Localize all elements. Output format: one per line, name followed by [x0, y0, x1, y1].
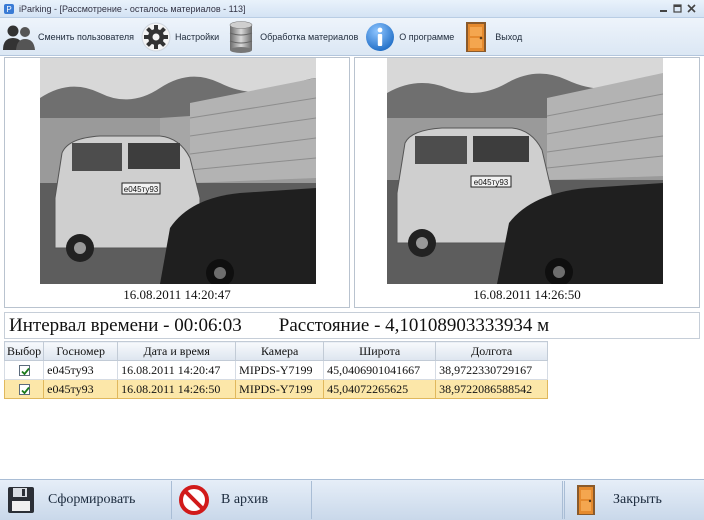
photo-timestamp-first: 16.08.2011 14:20:47	[123, 287, 231, 302]
summary-line: Интервал времени - 00:06:03 Расстояние -…	[4, 312, 700, 339]
table-row[interactable]: е045ту93 16.08.2011 14:20:47 MIPDS-Y7199…	[3, 360, 549, 380]
latitude-cell: 45,04072265625	[323, 379, 437, 399]
column-header-datetime[interactable]: Дата и время	[117, 341, 237, 361]
camera-photo-first[interactable]: е045ту93	[40, 58, 316, 284]
select-cell	[3, 379, 45, 399]
close-icon[interactable]	[685, 3, 698, 15]
plate-text-first: е045ту93	[124, 185, 159, 194]
app-icon: P	[4, 3, 14, 14]
select-checkbox[interactable]	[18, 365, 30, 377]
photo-timestamp-second: 16.08.2011 14:26:50	[473, 287, 581, 302]
photo-panel-second: е045ту93 16.08.2011 14:26:50	[354, 57, 700, 308]
plate-text-second: е045ту93	[474, 178, 509, 187]
column-header-select[interactable]: Выбор	[3, 341, 45, 361]
process-materials-label: Обработка материалов	[260, 31, 359, 42]
bottom-bar-spacer	[313, 481, 563, 519]
exit-button[interactable]: Выход	[457, 19, 525, 55]
longitude-cell: 38,9722086588542	[435, 379, 549, 399]
users-icon	[2, 20, 36, 54]
longitude-cell: 38,9722330729167	[435, 360, 549, 380]
database-icon	[224, 20, 258, 54]
archive-button-label: В архив	[221, 492, 269, 507]
plate-cell: е045ту93	[43, 379, 119, 399]
camera-cell: MIPDS-Y7199	[235, 379, 325, 399]
datetime-cell: 16.08.2011 14:20:47	[117, 360, 237, 380]
toolbar: Сменить пользователя Настройки Обработка…	[0, 18, 704, 56]
forbidden-icon	[177, 483, 211, 517]
archive-button[interactable]: В архив	[173, 481, 312, 519]
distance-text: Расстояние - 4,10108903333934 м	[278, 314, 550, 336]
maximize-icon[interactable]	[671, 3, 684, 15]
camera-cell: MIPDS-Y7199	[235, 360, 325, 380]
process-materials-button[interactable]: Обработка материалов	[222, 19, 361, 55]
exit-door-icon	[459, 20, 493, 54]
close-button[interactable]: Закрыть	[564, 481, 704, 519]
table-row-selected[interactable]: е045ту93 16.08.2011 14:26:50 MIPDS-Y7199…	[3, 379, 549, 399]
column-header-plate[interactable]: Госномер	[43, 341, 119, 361]
select-checkbox[interactable]	[18, 384, 30, 396]
switch-user-label: Сменить пользователя	[38, 31, 134, 42]
camera-photo-second[interactable]: е045ту93	[387, 58, 663, 284]
exit-door-icon	[569, 483, 603, 517]
photo-panels: е045ту93 16.08.2011 14:20:47 е045ту93 16…	[0, 57, 704, 308]
settings-button[interactable]: Настройки	[137, 19, 222, 55]
settings-label: Настройки	[175, 31, 220, 42]
datetime-cell: 16.08.2011 14:26:50	[117, 379, 237, 399]
plate-cell: е045ту93	[43, 360, 119, 380]
materials-table: Выбор Госномер Дата и время Камера Широт…	[3, 341, 700, 478]
title-bar: P iParking - [Рассмотрение - осталось ма…	[0, 0, 704, 18]
minimize-icon[interactable]	[657, 3, 670, 15]
time-interval-text: Интервал времени - 00:06:03	[9, 314, 242, 336]
exit-label: Выход	[495, 31, 523, 42]
form-button-label: Сформировать	[48, 492, 136, 507]
gear-icon	[139, 20, 173, 54]
about-label: О программе	[399, 31, 455, 42]
table-header-row: Выбор Госномер Дата и время Камера Широт…	[3, 341, 549, 361]
latitude-cell: 45,0406901041667	[323, 360, 437, 380]
form-button[interactable]: Сформировать	[0, 481, 172, 519]
floppy-disk-icon	[4, 483, 38, 517]
column-header-camera[interactable]: Камера	[235, 341, 325, 361]
info-icon	[363, 20, 397, 54]
bottom-bar: Сформировать В архив Закрыть	[0, 479, 704, 520]
window-title: iParking - [Рассмотрение - осталось мате…	[19, 3, 246, 14]
close-button-label: Закрыть	[613, 492, 662, 507]
select-cell	[3, 360, 45, 380]
switch-user-button[interactable]: Сменить пользователя	[0, 19, 137, 55]
photo-panel-first: е045ту93 16.08.2011 14:20:47	[4, 57, 350, 308]
column-header-longitude[interactable]: Долгота	[435, 341, 549, 361]
about-button[interactable]: О программе	[361, 19, 457, 55]
column-header-latitude[interactable]: Широта	[323, 341, 437, 361]
svg-text:P: P	[6, 5, 11, 14]
